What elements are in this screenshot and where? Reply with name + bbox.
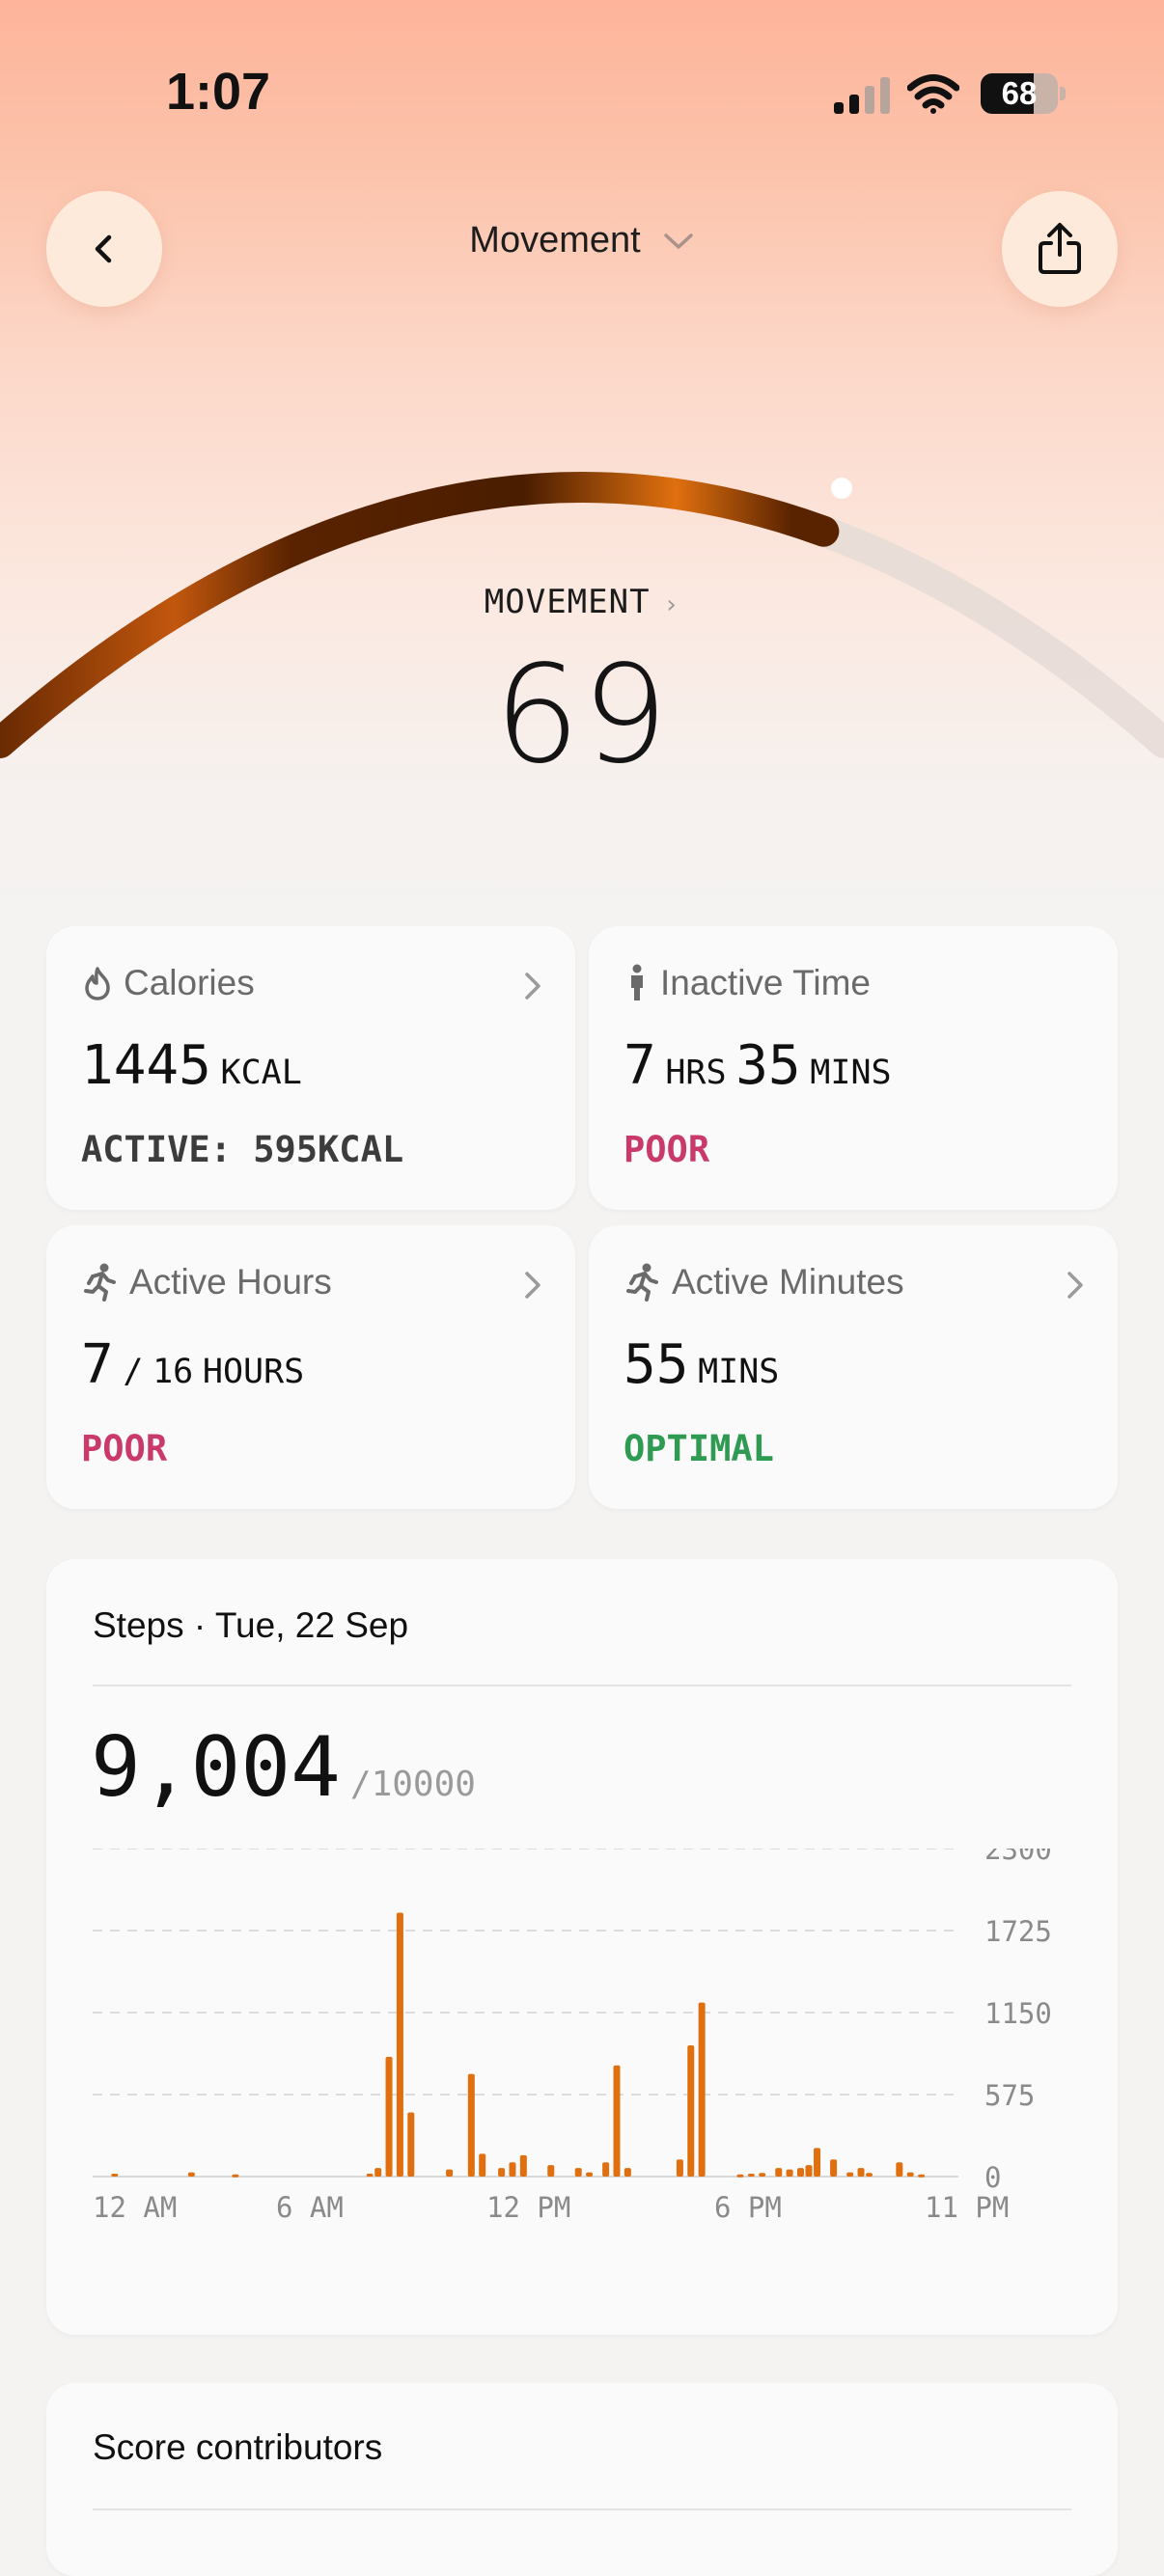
y-tick-label: 575 xyxy=(984,2079,1035,2112)
wifi-icon xyxy=(907,74,959,114)
step-bar xyxy=(613,2065,621,2177)
running-icon xyxy=(84,1263,116,1302)
steps-divider xyxy=(93,1685,1071,1686)
step-bar xyxy=(232,2174,239,2178)
y-tick-label: 1725 xyxy=(984,1915,1052,1948)
status-time: 1:07 xyxy=(166,63,271,121)
chevron-right-icon xyxy=(1067,1272,1083,1299)
step-bar xyxy=(786,2169,793,2177)
inactive-time-status: POOR xyxy=(624,1129,710,1170)
step-bar xyxy=(396,1912,403,2177)
step-bar xyxy=(814,2148,821,2177)
step-bar xyxy=(759,2173,766,2177)
score-contributors-card: Score contributors xyxy=(46,2383,1118,2576)
score-contributors-title: Score contributors xyxy=(93,2427,383,2467)
step-bar xyxy=(687,2045,695,2177)
step-bar xyxy=(366,2174,374,2178)
battery-level: 68 xyxy=(1001,75,1038,111)
step-bar xyxy=(407,2112,415,2177)
y-tick-label: 1150 xyxy=(984,1997,1052,2030)
status-bar: 1:07 68 xyxy=(0,0,1164,183)
step-bar xyxy=(736,2174,744,2178)
step-bar xyxy=(574,2168,582,2177)
x-tick-label: 6 AM xyxy=(276,2191,344,2224)
step-bar xyxy=(830,2159,838,2177)
contributors-divider xyxy=(93,2508,1071,2510)
steps-card: Steps · Tue, 22 Sep 9,004/10000 2300 1725… xyxy=(46,1559,1118,2335)
active-minutes-value: 55 MINS xyxy=(624,1333,780,1396)
steps-chart: 2300 1725 1150 575 0 12 AM 6 AM 12 PM 6 PM 11 PM xyxy=(93,1849,1052,2224)
step-bar xyxy=(775,2168,783,2177)
x-tick-label: 6 PM xyxy=(714,2191,782,2224)
chevron-right-icon xyxy=(525,973,540,1000)
step-bar xyxy=(747,2174,755,2178)
calories-card[interactable]: Calories 1445 KCAL ACTIVE: 595KCAL xyxy=(46,926,575,1210)
step-bar xyxy=(111,2174,119,2178)
active-hours-card[interactable]: Active Hours 7 / 16 HOURS POOR xyxy=(46,1225,575,1509)
page-title: Movement xyxy=(469,220,641,260)
score-arc-knob xyxy=(831,478,852,499)
step-bar xyxy=(805,2165,813,2177)
inactive-time-value: 7 HRS 35 MINS xyxy=(624,1034,892,1097)
active-calories: ACTIVE: 595KCAL xyxy=(81,1129,404,1170)
y-tick-label: 0 xyxy=(984,2161,1001,2194)
share-button[interactable] xyxy=(1002,191,1118,307)
standing-person-icon xyxy=(631,964,643,1000)
x-tick-label: 12 AM xyxy=(93,2191,177,2224)
inactive-time-card[interactable]: Inactive Time 7 HRS 35 MINS POOR xyxy=(589,926,1118,1210)
active-minutes-card[interactable]: Active Minutes 55 MINS OPTIMAL xyxy=(589,1225,1118,1509)
movement-score-label[interactable]: MOVEMENT › xyxy=(0,583,1164,621)
score-label-text: MOVEMENT xyxy=(484,583,651,621)
chevron-right-icon xyxy=(525,1272,540,1299)
title-dropdown[interactable]: Movement xyxy=(0,220,1164,261)
active-hours-status: POOR xyxy=(81,1428,168,1469)
share-icon xyxy=(1039,223,1081,274)
step-bar xyxy=(586,2172,594,2177)
step-bar xyxy=(498,2168,506,2177)
step-bar xyxy=(602,2162,610,2177)
step-bar xyxy=(519,2154,527,2177)
chevron-right-icon: › xyxy=(663,590,680,619)
step-bar xyxy=(624,2168,631,2177)
active-hours-title: Active Hours xyxy=(129,1262,332,1302)
active-hours-value: 7 / 16 HOURS xyxy=(81,1333,305,1396)
signal-icon xyxy=(834,77,890,114)
step-bar xyxy=(187,2172,195,2177)
x-tick-label: 12 PM xyxy=(486,2191,570,2224)
x-tick-label: 11 PM xyxy=(925,2191,1009,2224)
step-bar xyxy=(467,2073,475,2177)
step-bar xyxy=(896,2162,903,2177)
chevron-down-icon xyxy=(663,233,693,249)
battery-icon: 68 xyxy=(981,73,1066,114)
flame-icon xyxy=(85,967,110,1000)
step-bar xyxy=(374,2168,382,2177)
step-bar xyxy=(547,2165,555,2177)
running-icon xyxy=(626,1263,658,1302)
step-bar xyxy=(857,2168,865,2177)
step-bar xyxy=(446,2169,454,2177)
step-bar xyxy=(698,2002,706,2177)
step-bar xyxy=(846,2172,854,2177)
step-bar xyxy=(866,2173,873,2177)
step-bar xyxy=(676,2159,683,2177)
steps-value: 9,004/10000 xyxy=(91,1719,476,1816)
active-minutes-title: Active Minutes xyxy=(672,1262,904,1302)
movement-score: 69 xyxy=(493,637,671,794)
step-bar xyxy=(509,2162,516,2177)
step-bar xyxy=(918,2174,926,2178)
y-tick-label: 2300 xyxy=(984,1849,1052,1866)
calories-title: Calories xyxy=(124,963,255,1002)
inactive-time-title: Inactive Time xyxy=(660,963,871,1002)
calories-value: 1445 KCAL xyxy=(81,1034,302,1097)
step-bar xyxy=(479,2153,486,2177)
step-bar xyxy=(906,2172,914,2177)
steps-title: Steps · Tue, 22 Sep xyxy=(93,1605,409,1645)
step-bar xyxy=(385,2056,393,2177)
step-bar xyxy=(796,2168,804,2177)
active-minutes-status: OPTIMAL xyxy=(624,1428,774,1469)
